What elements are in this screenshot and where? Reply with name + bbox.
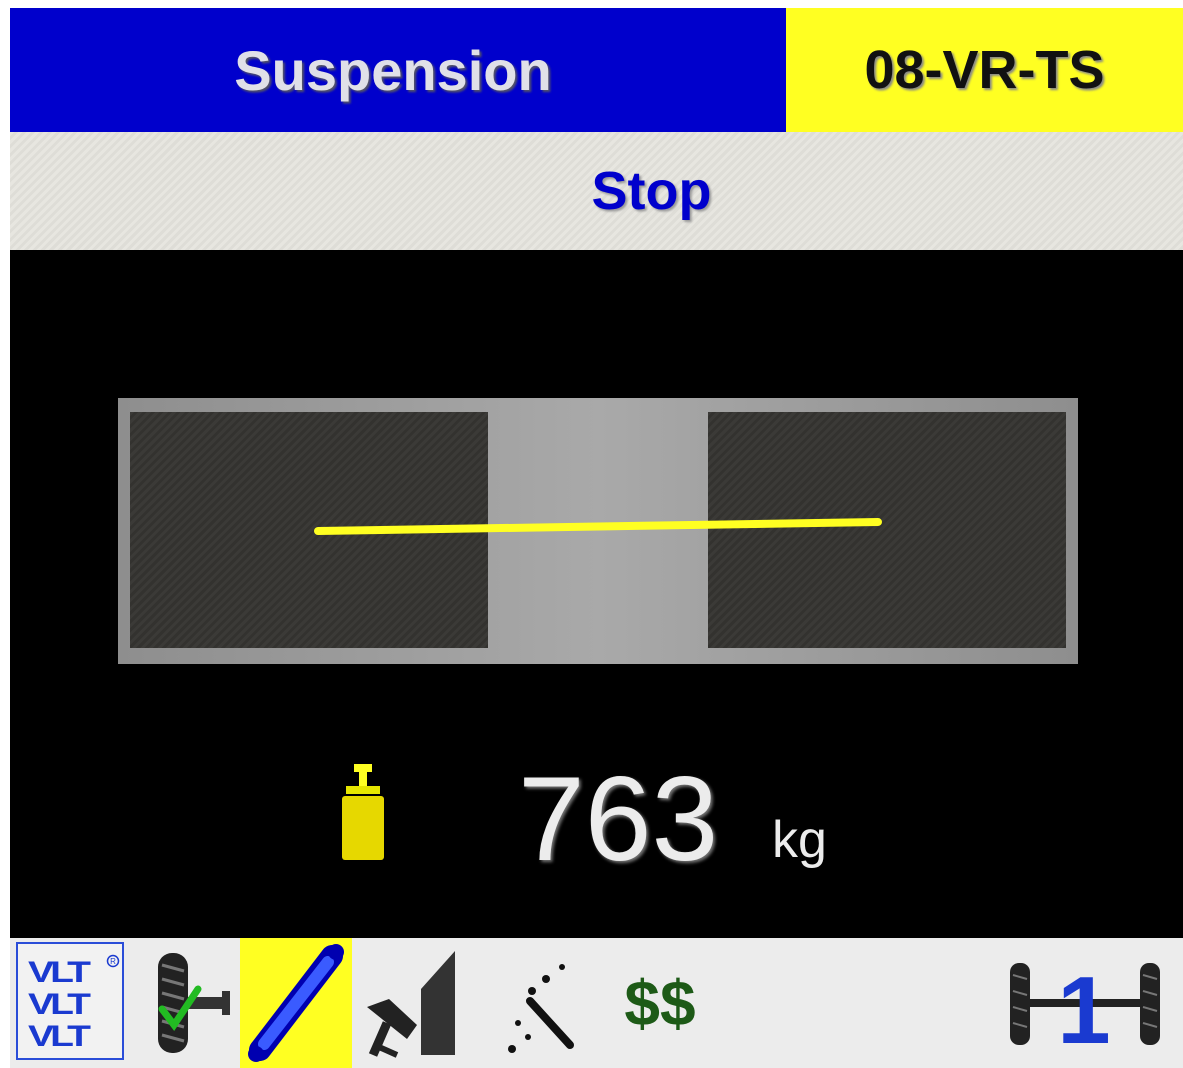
vlt-logo-text: VLT <box>28 988 91 1021</box>
spray-dots-icon <box>508 964 574 1053</box>
vlt-logo-text: VLT <box>28 956 91 989</box>
suspension-test-screen: Suspension 08-VR-TS Stop 763 kg VLT VLT <box>10 8 1183 1068</box>
axle-icon: 1 <box>1010 957 1160 1059</box>
toolbar: VLT VLT VLT R $$ 1 <box>10 938 1183 1068</box>
vlt-logo-text: VLT <box>28 1020 91 1053</box>
registered-icon: R <box>106 954 120 968</box>
balance-line <box>314 518 882 535</box>
header: Suspension 08-VR-TS <box>10 8 1183 132</box>
status-message: Stop <box>591 161 712 221</box>
suspension-tab-button[interactable] <box>240 938 352 1068</box>
shock-absorber-icon <box>248 944 344 1062</box>
cost-button[interactable]: $$ <box>610 938 710 1068</box>
license-plate: 08-VR-TS <box>864 40 1105 100</box>
brake-test-icon <box>367 951 455 1058</box>
tyre-check-button[interactable] <box>145 938 240 1068</box>
page-title: Suspension <box>234 38 552 102</box>
axle-selector-button[interactable]: 1 <box>1005 938 1165 1068</box>
weight-unit: kg <box>772 811 827 869</box>
license-plate-box: 08-VR-TS <box>786 8 1183 132</box>
brake-test-button[interactable] <box>356 938 466 1068</box>
vlt-logo-button[interactable]: VLT VLT VLT R <box>10 938 130 1068</box>
weight-value: 763 <box>518 752 719 886</box>
vlt-logo-icon: VLT VLT VLT R <box>16 942 124 1060</box>
status-bar: Stop <box>10 132 1183 250</box>
tyre-check-icon <box>157 953 230 1053</box>
balance-indicator <box>314 518 882 535</box>
spray-button[interactable] <box>498 938 588 1068</box>
axle-number: 1 <box>1057 957 1110 1059</box>
title-bar: Suspension <box>10 8 786 132</box>
weight-icon <box>342 764 384 860</box>
svg-text:R: R <box>110 957 116 966</box>
cost-icon: $$ <box>624 967 696 1039</box>
weight-readout: 763 kg <box>10 744 1183 904</box>
test-plate <box>118 398 1078 664</box>
